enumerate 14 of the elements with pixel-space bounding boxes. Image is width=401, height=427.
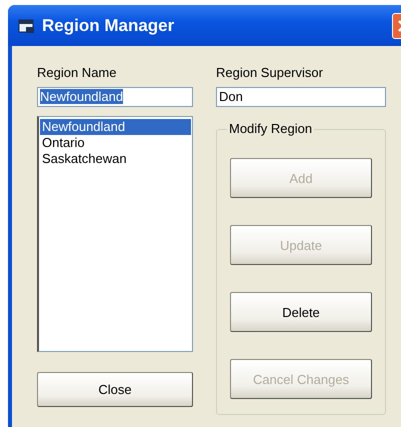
field-value: Newfoundland <box>40 89 124 104</box>
list-item[interactable]: Saskatchewan <box>40 151 191 167</box>
region-supervisor-field[interactable]: Don <box>216 87 386 107</box>
region-name-field[interactable]: Newfoundland <box>37 87 193 107</box>
region-list[interactable]: Newfoundland Ontario Saskatchewan <box>37 116 193 352</box>
list-item[interactable]: Newfoundland <box>40 119 191 135</box>
window-icon <box>18 18 34 32</box>
list-item[interactable]: Ontario <box>40 135 191 151</box>
region-name-label: Region Name <box>37 64 118 82</box>
window-title: Region Manager <box>42 16 176 36</box>
region-supervisor-label: Region Supervisor <box>216 64 324 82</box>
close-button[interactable]: Close <box>37 372 193 407</box>
action-button[interactable]: Delete <box>230 292 372 332</box>
group-title: Modify Region <box>227 121 314 136</box>
